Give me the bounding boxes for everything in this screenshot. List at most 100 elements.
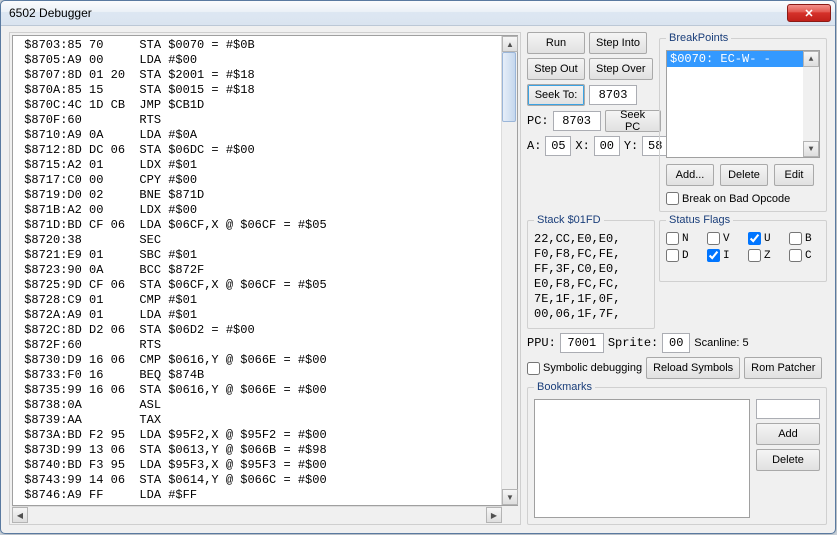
breakpoints-legend: BreakPoints [666,32,731,44]
flag-z[interactable]: Z [748,249,779,262]
status-flags-group: Status Flags NVUBDIZC [659,214,827,282]
scroll-right-button[interactable]: ▶ [486,507,502,523]
execution-controls: Run Step Into Step Out Step Over Seek To… [527,32,655,212]
flag-n-label: N [682,233,689,245]
breakpoint-item[interactable]: $0070: EC-W- - [667,51,803,67]
flag-b-label: B [805,233,812,245]
bp-scroll-track[interactable] [803,67,819,141]
step-over-button[interactable]: Step Over [589,58,653,80]
flag-i-label: I [723,250,730,262]
close-button[interactable]: ✕ [787,4,831,22]
debugger-window: 6502 Debugger ✕ $8703:85 70 STA $0070 = … [0,0,836,534]
run-button[interactable]: Run [527,32,585,54]
break-bad-opcode-input[interactable] [666,192,679,205]
right-panel: Run Step Into Step Out Step Over Seek To… [527,32,827,525]
symbolic-debugging-checkbox[interactable]: Symbolic debugging [527,362,642,375]
seek-to-input[interactable] [589,85,637,105]
disassembly-vscroll[interactable]: ▲ ▼ [501,36,517,505]
symbolic-debugging-input[interactable] [527,362,540,375]
stack-legend: Stack $01FD [534,214,604,226]
ppu-label: PPU: [527,336,556,350]
pc-input[interactable] [553,111,601,131]
ppu-row: PPU: Sprite: Scanline: 5 [527,333,827,353]
scroll-up-button[interactable]: ▲ [502,36,518,52]
flag-c-label: C [805,250,812,262]
step-out-button[interactable]: Step Out [527,58,585,80]
breakpoint-edit-button[interactable]: Edit [774,164,814,186]
flag-i[interactable]: I [707,249,738,262]
flag-i-input[interactable] [707,249,720,262]
seek-to-button[interactable]: Seek To: [527,84,585,106]
bp-scroll-down[interactable]: ▼ [803,141,819,157]
chevron-down-icon: ▼ [809,145,814,154]
sprite-input[interactable] [662,333,690,353]
bookmarks-group: Bookmarks Add Delete [527,381,827,525]
flag-c-input[interactable] [789,249,802,262]
break-bad-opcode-checkbox[interactable]: Break on Bad Opcode [666,192,820,205]
flag-d-label: D [682,250,689,262]
seek-pc-button[interactable]: Seek PC [605,110,661,132]
flag-v-label: V [723,233,730,245]
pc-label: PC: [527,114,549,128]
flag-v-input[interactable] [707,232,720,245]
stack-text: 22,CC,E0,E0, F0,F8,FC,FE, FF,3F,C0,E0, E… [534,232,648,322]
chevron-up-icon: ▲ [809,55,814,64]
vscroll-thumb[interactable] [502,52,516,122]
breakpoints-group: BreakPoints $0070: EC-W- - ▲ ▼ Add... De… [659,32,827,212]
flag-d-input[interactable] [666,249,679,262]
chevron-down-icon: ▼ [506,493,514,502]
bookmarks-body: Add Delete [534,399,820,518]
flag-c[interactable]: C [789,249,820,262]
disassembly-view: $8703:85 70 STA $0070 = #$0B $8705:A9 00… [12,35,518,506]
x-input[interactable] [594,136,620,156]
scroll-left-button[interactable]: ◀ [12,507,28,523]
flag-z-label: Z [764,250,771,262]
bp-scroll-up[interactable]: ▲ [803,51,819,67]
vscroll-track[interactable] [502,52,517,489]
ppu-input[interactable] [560,333,604,353]
bookmark-add-button[interactable]: Add [756,423,820,445]
symbolic-debugging-label: Symbolic debugging [543,362,642,374]
titlebar[interactable]: 6502 Debugger ✕ [1,1,835,26]
breakpoint-delete-button[interactable]: Delete [720,164,768,186]
disassembly-hscroll[interactable]: ◀ ▶ [12,506,502,522]
y-label: Y: [624,139,638,153]
flag-n-input[interactable] [666,232,679,245]
hscroll-track[interactable] [28,507,486,522]
flag-v[interactable]: V [707,232,738,245]
reload-symbols-button[interactable]: Reload Symbols [646,357,740,379]
client-area: $8703:85 70 STA $0070 = #$0B $8705:A9 00… [1,26,835,533]
stack-group: Stack $01FD 22,CC,E0,E0, F0,F8,FC,FE, FF… [527,214,655,329]
flag-d[interactable]: D [666,249,697,262]
breakpoints-list[interactable]: $0070: EC-W- - ▲ ▼ [666,50,820,158]
flag-n[interactable]: N [666,232,697,245]
flag-u-label: U [764,233,771,245]
close-icon: ✕ [804,7,813,20]
bookmarks-controls: Add Delete [756,399,820,518]
break-bad-opcode-label: Break on Bad Opcode [682,193,790,205]
chevron-right-icon: ▶ [491,511,497,520]
chevron-up-icon: ▲ [506,40,514,49]
x-label: X: [575,139,589,153]
top-controls-row: Run Step Into Step Out Step Over Seek To… [527,32,827,212]
flag-b[interactable]: B [789,232,820,245]
a-input[interactable] [545,136,571,156]
symbols-row: Symbolic debugging Reload Symbols Rom Pa… [527,357,827,379]
scroll-down-button[interactable]: ▼ [502,489,518,505]
breakpoint-add-button[interactable]: Add... [666,164,714,186]
a-label: A: [527,139,541,153]
disassembly-text[interactable]: $8703:85 70 STA $0070 = #$0B $8705:A9 00… [13,36,501,505]
window-title: 6502 Debugger [9,6,787,20]
flag-z-input[interactable] [748,249,761,262]
bookmark-delete-button[interactable]: Delete [756,449,820,471]
bookmarks-list[interactable] [534,399,750,518]
chevron-left-icon: ◀ [17,511,23,520]
step-into-button[interactable]: Step Into [589,32,647,54]
bookmark-input[interactable] [756,399,820,419]
rom-patcher-button[interactable]: Rom Patcher [744,357,822,379]
flag-u[interactable]: U [748,232,779,245]
flag-u-input[interactable] [748,232,761,245]
flag-b-input[interactable] [789,232,802,245]
scanline-label: Scanline: 5 [694,337,748,349]
breakpoints-scroll[interactable]: ▲ ▼ [803,51,819,157]
